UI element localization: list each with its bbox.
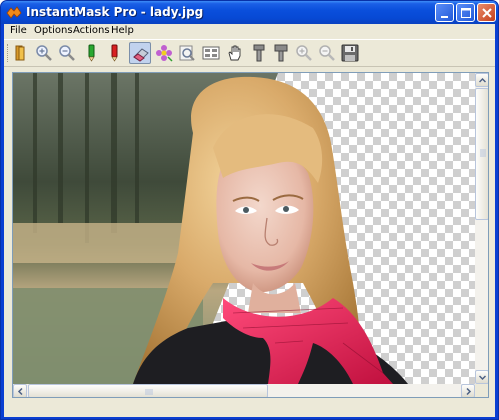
- preview-button[interactable]: [176, 42, 198, 64]
- minimize-button[interactable]: [435, 3, 454, 22]
- chevron-right-icon: [466, 388, 472, 395]
- scrollbar-corner: [475, 384, 488, 397]
- preview-icon: [179, 45, 195, 61]
- photo-render: [13, 73, 408, 384]
- zoom-out-alt-button[interactable]: [316, 42, 338, 64]
- masked-photo[interactable]: [13, 73, 475, 384]
- grip-icon: [480, 149, 486, 157]
- scroll-left-button[interactable]: [13, 384, 27, 397]
- zoom-in-icon: [36, 45, 52, 61]
- save-button[interactable]: [339, 42, 361, 64]
- zoom-out-disabled-icon: [319, 45, 335, 61]
- menu-help[interactable]: Help: [111, 25, 134, 36]
- vertical-scroll-thumb[interactable]: [475, 88, 488, 220]
- chevron-up-icon: [479, 77, 486, 83]
- green-keep-marker-icon: [88, 44, 95, 62]
- menu-options[interactable]: Options: [34, 25, 73, 36]
- drop-marker-button[interactable]: [104, 42, 126, 64]
- eraser-icon: [133, 48, 149, 62]
- keep-marker-button[interactable]: [81, 42, 103, 64]
- hand-pan-icon: [228, 45, 241, 61]
- horizontal-scroll-thumb[interactable]: [28, 384, 268, 397]
- magic-button[interactable]: [153, 42, 175, 64]
- grip-icon: [145, 389, 153, 395]
- pan-button[interactable]: [224, 42, 246, 64]
- toolbar: [4, 39, 495, 67]
- split-view-button[interactable]: [200, 42, 222, 64]
- chevron-down-icon: [479, 375, 486, 381]
- brush-small-button[interactable]: [248, 42, 270, 64]
- scroll-down-button[interactable]: [475, 370, 488, 384]
- instantmask-app-icon: [6, 6, 22, 19]
- zoom-out-icon: [59, 45, 75, 61]
- open-folder-icon: [15, 45, 25, 61]
- brush-small-icon: [253, 44, 265, 62]
- menu-bar: File Options Actions Help: [4, 24, 495, 39]
- window-title: InstantMask Pro - lady.jpg: [26, 5, 204, 19]
- zoom-in-button[interactable]: [33, 42, 55, 64]
- close-icon: [482, 8, 492, 18]
- menu-actions[interactable]: Actions: [73, 25, 110, 36]
- red-drop-marker-icon: [111, 44, 118, 62]
- open-button[interactable]: [10, 42, 32, 64]
- image-canvas[interactable]: [12, 72, 489, 398]
- flower-magic-icon: [156, 45, 173, 62]
- brush-large-icon: [274, 44, 288, 62]
- chevron-left-icon: [17, 388, 23, 395]
- scroll-right-button[interactable]: [461, 384, 475, 397]
- vertical-scrollbar[interactable]: [475, 73, 488, 384]
- client-area: File Options Actions Help: [4, 24, 495, 417]
- scroll-up-button[interactable]: [475, 73, 488, 87]
- zoom-in-disabled-icon: [296, 45, 312, 61]
- maximize-icon: [461, 8, 471, 18]
- application-window: InstantMask Pro - lady.jpg File Options …: [0, 0, 499, 420]
- split-view-icon: [202, 46, 220, 60]
- zoom-out-button[interactable]: [56, 42, 78, 64]
- close-button[interactable]: [477, 3, 496, 22]
- zoom-in-alt-button[interactable]: [293, 42, 315, 64]
- title-bar[interactable]: InstantMask Pro - lady.jpg: [1, 1, 498, 24]
- minimize-icon: [441, 16, 448, 18]
- horizontal-scrollbar[interactable]: [13, 384, 475, 397]
- eraser-button[interactable]: [129, 42, 151, 64]
- brush-large-button[interactable]: [270, 42, 292, 64]
- menu-file[interactable]: File: [10, 25, 27, 36]
- maximize-button[interactable]: [456, 3, 475, 22]
- save-icon: [341, 44, 359, 62]
